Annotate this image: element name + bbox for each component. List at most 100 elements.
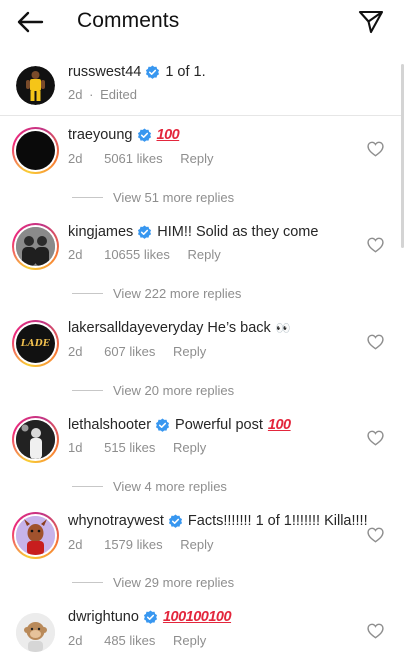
heart-icon[interactable] bbox=[367, 141, 384, 157]
dash-line bbox=[72, 390, 103, 391]
comment-line: lakersalldayeveryday He’s back 👀 bbox=[68, 320, 291, 336]
avatar[interactable] bbox=[12, 512, 59, 559]
comment-username[interactable]: lethalshooter bbox=[68, 417, 151, 433]
heart-icon[interactable] bbox=[367, 237, 384, 253]
comment-meta: 2d 485 likes Reply bbox=[68, 633, 206, 648]
avatar[interactable] bbox=[16, 66, 55, 105]
caption-text: 1 of 1. bbox=[165, 64, 206, 80]
avatar-image bbox=[16, 131, 55, 170]
avatar[interactable] bbox=[12, 223, 59, 270]
dash-line bbox=[72, 582, 103, 583]
comment-likes[interactable]: 5061 likes bbox=[104, 151, 163, 166]
comment-meta: 2d 5061 likes Reply bbox=[68, 151, 214, 166]
comment-text: HIM!! Solid as they come bbox=[157, 224, 319, 240]
heart-icon[interactable] bbox=[367, 623, 384, 639]
heart-icon[interactable] bbox=[367, 527, 384, 543]
back-button[interactable] bbox=[16, 10, 44, 34]
comment-likes[interactable]: 10655 likes bbox=[104, 247, 170, 262]
comment-time: 2d bbox=[68, 247, 83, 262]
comment-username[interactable]: whynotraywest bbox=[68, 513, 164, 529]
view-more-replies[interactable]: View 222 more replies bbox=[72, 286, 241, 301]
view-more-replies-label: View 222 more replies bbox=[113, 286, 242, 301]
player-avatar-image bbox=[16, 66, 55, 105]
dash-line bbox=[72, 293, 103, 294]
avatar-image bbox=[16, 420, 55, 459]
caption-meta: 2d · Edited bbox=[68, 87, 137, 102]
avatar[interactable] bbox=[12, 127, 59, 174]
verified-badge-icon bbox=[146, 64, 160, 79]
comment-meta: 2d 607 likes Reply bbox=[68, 344, 206, 359]
reply-button[interactable]: Reply bbox=[180, 151, 213, 166]
comment-line: kingjames HIM!! Solid as they come bbox=[68, 224, 318, 240]
avatar[interactable] bbox=[12, 416, 59, 463]
meta-separator: · bbox=[89, 87, 94, 102]
reply-button[interactable]: Reply bbox=[173, 440, 206, 455]
hundred-emoji-icon: 100 bbox=[156, 127, 180, 143]
avatar-image: LADE bbox=[16, 324, 55, 363]
page-title: Comments bbox=[77, 9, 180, 32]
comment-line: traeyoung 100 bbox=[68, 127, 180, 143]
comment-time: 2d bbox=[68, 633, 83, 648]
comment-username[interactable]: lakersalldayeveryday bbox=[68, 320, 203, 336]
comment-line: whynotraywest Facts!!!!!!! 1 of 1!!!!!!!… bbox=[68, 513, 368, 529]
heart-icon[interactable] bbox=[367, 430, 384, 446]
comment-likes[interactable]: 607 likes bbox=[104, 344, 155, 359]
arrow-left-icon bbox=[17, 11, 44, 33]
paper-plane-icon bbox=[358, 10, 384, 34]
comment-line: dwrightuno 100 100 100 bbox=[68, 609, 232, 625]
verified-badge-icon bbox=[138, 224, 152, 239]
comment-username[interactable]: dwrightuno bbox=[68, 609, 139, 625]
verified-badge-icon bbox=[137, 127, 151, 142]
comment-line: lethalshooter Powerful post 100 bbox=[68, 417, 291, 433]
comment-username[interactable]: traeyoung bbox=[68, 127, 133, 143]
caption-username[interactable]: russwest44 bbox=[68, 64, 141, 80]
comment-time: 1d bbox=[68, 440, 83, 455]
dash-line bbox=[72, 197, 103, 198]
avatar-image bbox=[16, 613, 55, 652]
reply-button[interactable]: Reply bbox=[180, 537, 213, 552]
share-button[interactable] bbox=[358, 9, 384, 35]
verified-badge-icon bbox=[168, 513, 182, 528]
comment-time: 2d bbox=[68, 537, 83, 552]
comment-time: 2d bbox=[68, 151, 83, 166]
comment-text: Facts!!!!!!! 1 of 1!!!!!!! Killa!!!! bbox=[187, 513, 368, 529]
comment-meta: 2d 1579 likes Reply bbox=[68, 537, 214, 552]
verified-badge-icon bbox=[155, 417, 170, 432]
caption-edited: Edited bbox=[100, 87, 137, 102]
hundred-emoji-icon: 100 bbox=[267, 417, 291, 433]
avatar[interactable]: LADE bbox=[12, 320, 59, 367]
comment-username[interactable]: kingjames bbox=[68, 224, 133, 240]
comment-text: Powerful post bbox=[175, 417, 263, 433]
caption-line: russwest44 1 of 1. bbox=[68, 64, 206, 80]
reply-button[interactable]: Reply bbox=[173, 633, 206, 648]
reply-button[interactable]: Reply bbox=[188, 247, 221, 262]
hundred-emoji-icon: 100 bbox=[208, 609, 232, 625]
view-more-replies-label: View 20 more replies bbox=[113, 383, 235, 398]
avatar[interactable] bbox=[16, 613, 55, 652]
avatar-image bbox=[16, 516, 55, 555]
view-more-replies[interactable]: View 51 more replies bbox=[72, 190, 234, 205]
comment-likes[interactable]: 485 likes bbox=[104, 633, 155, 648]
view-more-replies[interactable]: View 4 more replies bbox=[72, 479, 227, 494]
lakers-logo-text: LADE bbox=[20, 338, 51, 349]
comment-likes[interactable]: 1579 likes bbox=[104, 537, 163, 552]
comment-likes[interactable]: 515 likes bbox=[104, 440, 155, 455]
dash-line bbox=[72, 486, 103, 487]
heart-icon[interactable] bbox=[367, 334, 384, 350]
hundred-emoji-icon: 100 bbox=[185, 609, 209, 625]
view-more-replies-label: View 4 more replies bbox=[113, 479, 227, 494]
top-bar: Comments bbox=[0, 0, 404, 44]
reply-button[interactable]: Reply bbox=[173, 344, 206, 359]
view-more-replies-label: View 29 more replies bbox=[113, 575, 235, 590]
caption-time: 2d bbox=[68, 87, 83, 102]
comment-meta: 1d 515 likes Reply bbox=[68, 440, 206, 455]
view-more-replies-label: View 51 more replies bbox=[113, 190, 235, 205]
comment-meta: 2d 10655 likes Reply bbox=[68, 247, 221, 262]
comment-time: 2d bbox=[68, 344, 83, 359]
eyes-emoji-icon: 👀 bbox=[275, 321, 291, 335]
avatar-image bbox=[16, 227, 55, 266]
view-more-replies[interactable]: View 29 more replies bbox=[72, 575, 234, 590]
divider bbox=[0, 115, 404, 116]
view-more-replies[interactable]: View 20 more replies bbox=[72, 383, 234, 398]
verified-badge-icon bbox=[143, 609, 157, 624]
